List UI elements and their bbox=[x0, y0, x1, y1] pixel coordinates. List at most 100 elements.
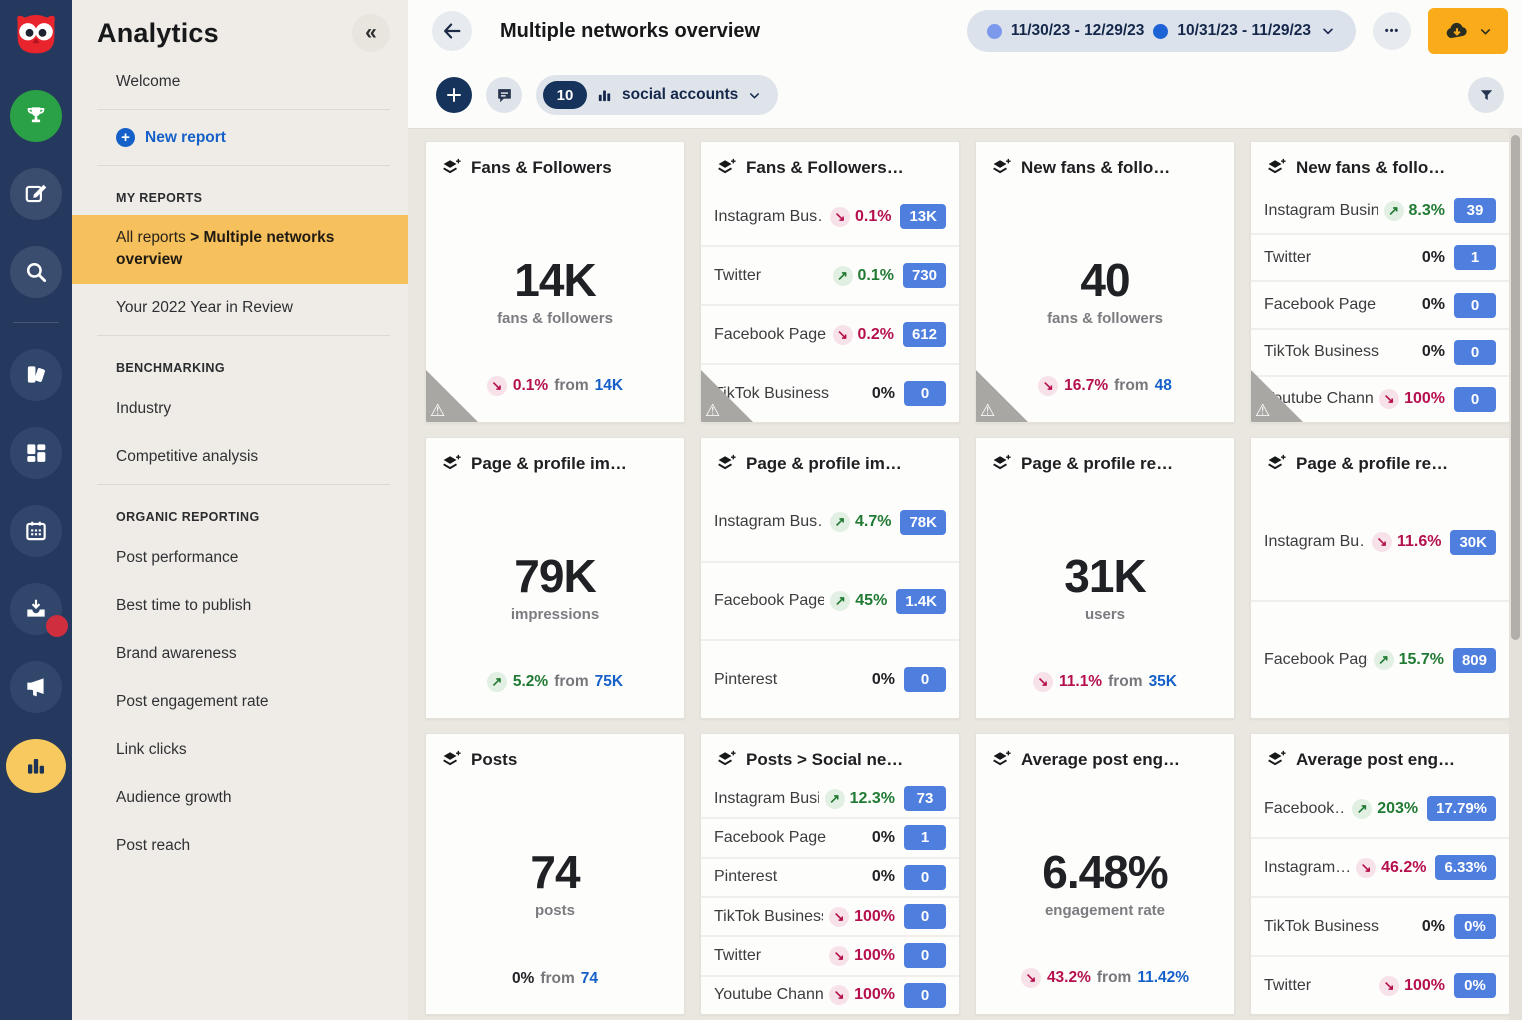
value-badge: 0 bbox=[904, 904, 946, 929]
network-name: Twitter bbox=[714, 947, 823, 965]
tile-posts-total[interactable]: Posts 74 posts 0% from 74 bbox=[425, 733, 685, 1015]
inbox-icon[interactable] bbox=[10, 583, 62, 635]
network-name: Twitter bbox=[1264, 249, 1416, 267]
tile-engagement-rate-total[interactable]: Average post eng… 6.48% engagement rate … bbox=[975, 733, 1235, 1015]
value-badge: 78K bbox=[900, 510, 946, 535]
value-badge: 0 bbox=[1454, 387, 1496, 412]
analytics-sidebar: Analytics « Welcome + New report MY REPO… bbox=[72, 0, 408, 1020]
section-my-reports: MY REPORTS bbox=[72, 169, 408, 215]
network-row: Instagram Bus… 0.1% 13K bbox=[701, 188, 959, 245]
previous-value: 14K bbox=[595, 377, 623, 395]
rail-divider bbox=[13, 322, 59, 323]
back-button[interactable] bbox=[432, 11, 472, 51]
sidebar-item-best-time-to-publish[interactable]: Best time to publish bbox=[72, 582, 408, 630]
tile-new-fans-by-network[interactable]: New fans & follo… Instagram Busin… 8.3% … bbox=[1250, 141, 1510, 423]
add-tile-button[interactable] bbox=[436, 77, 472, 113]
trend-arrow-icon bbox=[829, 907, 849, 927]
change-percent: 100% bbox=[854, 947, 895, 965]
collapse-sidebar-button[interactable]: « bbox=[352, 14, 390, 52]
divider bbox=[97, 335, 390, 336]
megaphone-icon[interactable] bbox=[10, 661, 62, 713]
social-accounts-selector[interactable]: 10 social accounts bbox=[536, 75, 778, 115]
boards-icon[interactable] bbox=[10, 427, 62, 479]
comments-button[interactable] bbox=[486, 77, 522, 113]
trophy-icon[interactable] bbox=[10, 90, 62, 142]
calendar-icon[interactable] bbox=[10, 505, 62, 557]
value-badge: 0 bbox=[904, 865, 946, 890]
from-label: from bbox=[1097, 969, 1131, 987]
filter-button[interactable] bbox=[1468, 77, 1504, 113]
network-name: Youtube Channel bbox=[714, 986, 823, 1004]
filter-funnel-icon bbox=[1478, 87, 1495, 104]
tile-impressions-total[interactable]: Page & profile im… 79K impressions 5.2% … bbox=[425, 437, 685, 719]
change-percent: 43.2% bbox=[1047, 969, 1091, 987]
network-row: Pinterest 0% 0 bbox=[701, 857, 959, 896]
scrollbar-thumb[interactable] bbox=[1511, 135, 1520, 640]
change-percent: 203% bbox=[1377, 800, 1418, 818]
network-name: Twitter bbox=[1264, 977, 1373, 995]
tile-impressions-by-network[interactable]: Page & profile im… Instagram Bus… 4.7% 7… bbox=[700, 437, 960, 719]
value-badge: 39 bbox=[1454, 198, 1496, 223]
network-name: Facebook… bbox=[1264, 800, 1346, 818]
network-row: Instagram… 46.2% 6.33% bbox=[1251, 837, 1509, 896]
change-percent: 45% bbox=[855, 592, 887, 610]
trend-arrow-icon bbox=[830, 591, 850, 611]
network-row: Instagram Bu… 11.6% 30K bbox=[1251, 484, 1509, 600]
divider bbox=[97, 165, 390, 166]
search-icon[interactable] bbox=[10, 246, 62, 298]
page-title: Multiple networks overview bbox=[500, 20, 760, 43]
sidebar-item-industry[interactable]: Industry bbox=[72, 385, 408, 433]
accounts-label: social accounts bbox=[622, 86, 738, 104]
network-name: TikTok Business bbox=[1264, 343, 1416, 361]
tile-new-fans-total[interactable]: New fans & follo… 40 fans & followers 16… bbox=[975, 141, 1235, 423]
hootsuite-owl-logo[interactable] bbox=[7, 6, 65, 64]
from-label: from bbox=[540, 970, 574, 988]
date-range-compare: 10/31/23 - 11/29/23 bbox=[1177, 22, 1311, 40]
sidebar-item-competitive-analysis[interactable]: Competitive analysis bbox=[72, 433, 408, 481]
sidebar-item-active-report[interactable]: All reports > Multiple networks overview bbox=[72, 215, 408, 284]
date-range-picker[interactable]: 11/30/23 - 12/29/23 10/31/23 - 11/29/23 bbox=[967, 10, 1356, 52]
tile-posts-by-network[interactable]: Posts > Social ne… Instagram Busi… 12.3%… bbox=[700, 733, 960, 1015]
report-canvas: Fans & Followers 14K fans & followers 0.… bbox=[408, 128, 1522, 1020]
compose-icon[interactable] bbox=[10, 168, 62, 220]
export-button[interactable] bbox=[1428, 8, 1508, 54]
warning-glyph: ⚠ bbox=[430, 401, 445, 421]
breadcrumb-separator: > bbox=[190, 229, 199, 246]
change-percent: 8.3% bbox=[1409, 202, 1445, 220]
change-percent: 0% bbox=[1422, 918, 1445, 936]
network-name: TikTok Business bbox=[714, 385, 866, 403]
network-row: Youtube Channel 100% 0 bbox=[701, 975, 959, 1014]
tile-fans-followers-total[interactable]: Fans & Followers 14K fans & followers 0.… bbox=[425, 141, 685, 423]
value-badge: 6.33% bbox=[1435, 855, 1496, 880]
value-badge: 0 bbox=[1454, 340, 1496, 365]
sidebar-item-post-engagement-rate[interactable]: Post engagement rate bbox=[72, 678, 408, 726]
value-badge: 30K bbox=[1450, 530, 1496, 555]
change-percent: 16.7% bbox=[1064, 377, 1108, 395]
change-percent: 11.1% bbox=[1059, 673, 1102, 691]
more-options-button[interactable]: ••• bbox=[1373, 12, 1411, 50]
value-badge: 0 bbox=[904, 943, 946, 968]
change-percent: 46.2% bbox=[1381, 859, 1426, 877]
trend-arrow-icon bbox=[1033, 672, 1053, 692]
metric-value: 74 bbox=[530, 845, 579, 899]
sidebar-item-audience-growth[interactable]: Audience growth bbox=[72, 774, 408, 822]
sidebar-item-post-performance[interactable]: Post performance bbox=[72, 534, 408, 582]
metric-value: 31K bbox=[1064, 549, 1145, 603]
sidebar-item-welcome[interactable]: Welcome bbox=[72, 58, 408, 106]
sidebar-item-link-clicks[interactable]: Link clicks bbox=[72, 726, 408, 774]
scrollbar-track[interactable] bbox=[1509, 129, 1522, 1020]
new-report-button[interactable]: + New report bbox=[72, 113, 408, 162]
sidebar-item-post-reach[interactable]: Post reach bbox=[72, 822, 408, 870]
tile-reach-total[interactable]: Page & profile re… 31K users 11.1% from … bbox=[975, 437, 1235, 719]
planner-icon[interactable] bbox=[10, 349, 62, 401]
from-label: from bbox=[554, 377, 588, 395]
network-row: Instagram Busin… 8.3% 39 bbox=[1251, 188, 1509, 233]
tile-reach-by-network[interactable]: Page & profile re… Instagram Bu… 11.6% 3… bbox=[1250, 437, 1510, 719]
tile-fans-followers-by-network[interactable]: Fans & Followers… Instagram Bus… 0.1% 13… bbox=[700, 141, 960, 423]
analytics-icon[interactable] bbox=[6, 739, 66, 793]
tile-engagement-rate-by-network[interactable]: Average post eng… Facebook… 203% 17.79% … bbox=[1250, 733, 1510, 1015]
network-name: Instagram Busi… bbox=[714, 790, 819, 808]
trend-arrow-icon bbox=[833, 266, 853, 286]
sidebar-item-brand-awareness[interactable]: Brand awareness bbox=[72, 630, 408, 678]
sidebar-item-year-in-review[interactable]: Your 2022 Year in Review bbox=[72, 284, 408, 332]
